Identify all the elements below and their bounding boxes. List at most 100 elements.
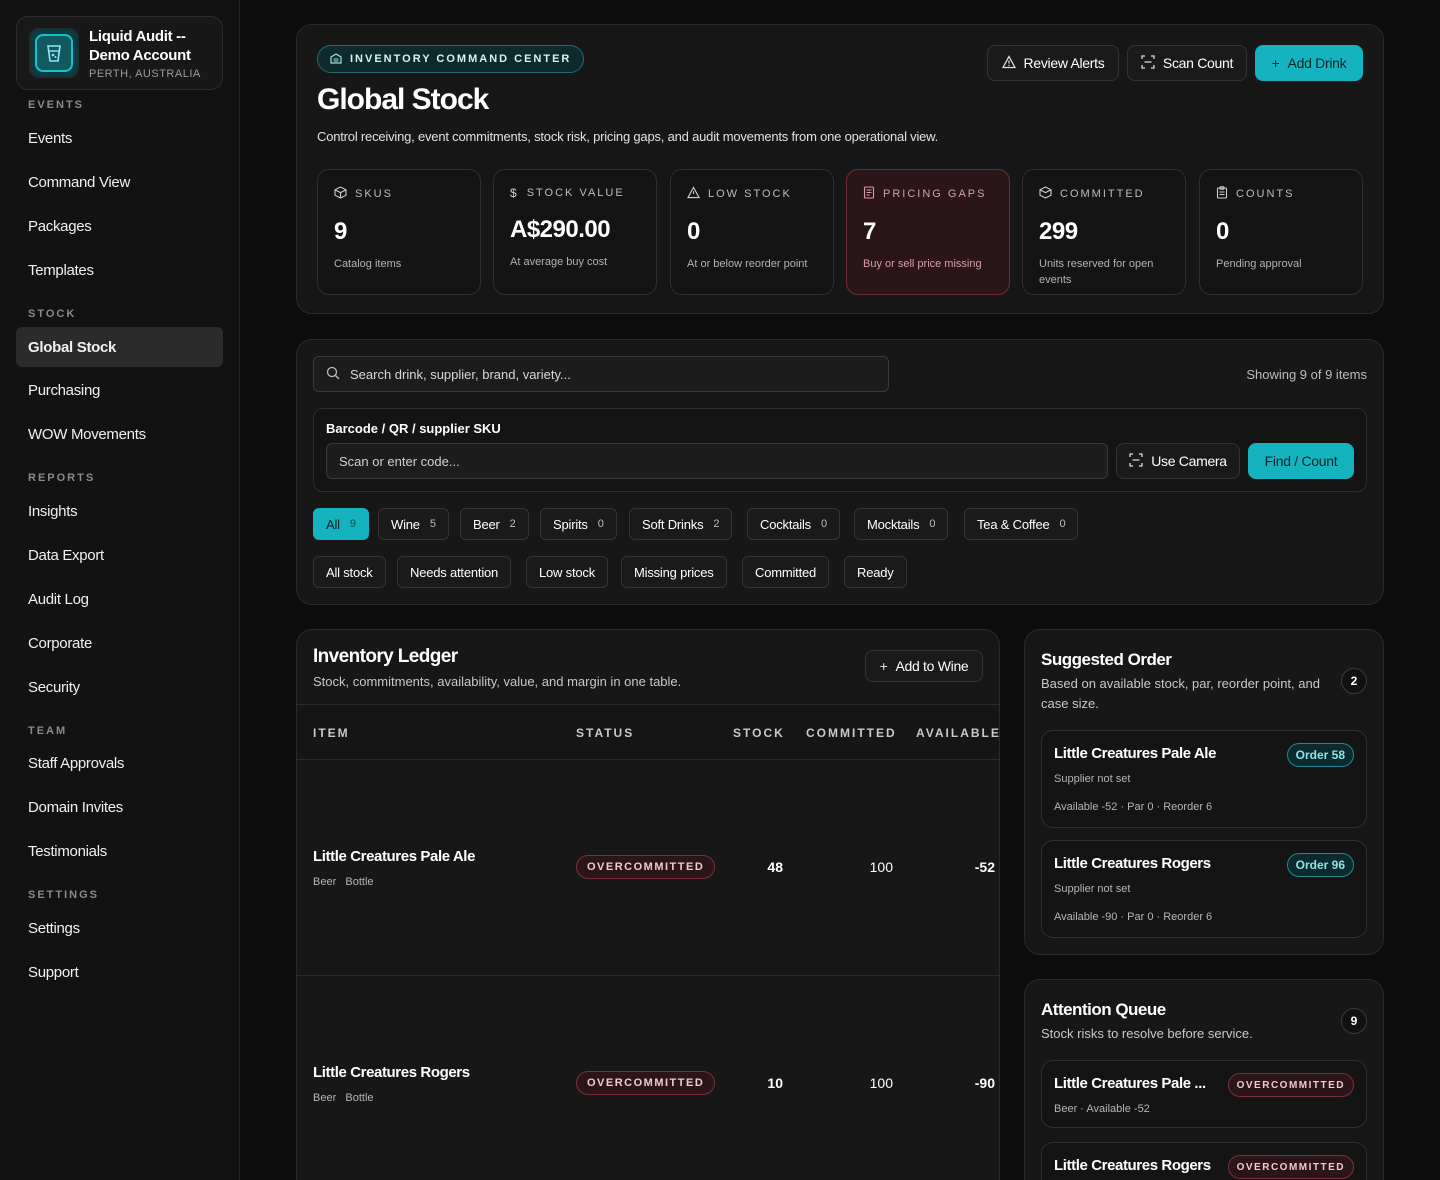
- page-description: Control receiving, event commitments, st…: [317, 129, 939, 144]
- item-unit: Bottle: [345, 1092, 374, 1104]
- search-input[interactable]: Search drink, supplier, brand, variety..…: [313, 356, 889, 392]
- committed-value: 100: [869, 1075, 893, 1091]
- suggested-count-badge: 2: [1341, 668, 1367, 694]
- stat-value: 299: [1039, 218, 1078, 245]
- attention-item[interactable]: Little Creatures Rogers OVERCOMMITTED: [1041, 1142, 1367, 1180]
- item-meta: Beer Bottle: [313, 876, 374, 888]
- suggested-item[interactable]: Little Creatures Rogers Order 96 Supplie…: [1041, 840, 1367, 938]
- barcode-panel: Barcode / QR / supplier SKU Scan or ente…: [313, 408, 1367, 492]
- nav-section-settings: SETTINGS: [28, 889, 100, 901]
- item-name[interactable]: Little Creatures Rogers: [313, 1064, 470, 1081]
- filters-card: Search drink, supplier, brand, variety..…: [296, 339, 1384, 605]
- scan-count-label: Scan Count: [1162, 55, 1234, 71]
- order-quantity-badge: Order 58: [1286, 743, 1354, 767]
- item-name[interactable]: Little Creatures Pale Ale: [313, 848, 475, 865]
- status-filter-needs-attention[interactable]: Needs attention: [397, 556, 512, 588]
- attention-queue-card: Attention Queue Stock risks to resolve b…: [1024, 979, 1384, 1180]
- category-chip-soft-drinks[interactable]: Soft Drinks 2: [629, 508, 733, 540]
- table-row[interactable]: Little Creatures Rogers Beer Bottle OVER…: [297, 976, 999, 1180]
- sidebar-item-domain-invites[interactable]: Domain Invites: [16, 787, 223, 827]
- column-header-available[interactable]: AVAILABLE: [916, 726, 999, 740]
- status-filter-missing-prices[interactable]: Missing prices: [621, 556, 727, 588]
- chip-count: 0: [1059, 518, 1066, 530]
- category-chip-wine[interactable]: Wine 5: [378, 508, 449, 540]
- sidebar-item-templates[interactable]: Templates: [16, 250, 223, 290]
- section-tag-label: INVENTORY COMMAND CENTER: [350, 53, 572, 65]
- sidebar-item-staff-approvals[interactable]: Staff Approvals: [16, 743, 223, 783]
- add-drink-button[interactable]: + Add Drink: [1255, 45, 1363, 81]
- category-chip-spirits[interactable]: Spirits 0: [540, 508, 617, 540]
- warehouse-icon: [330, 52, 342, 67]
- sidebar-item-packages[interactable]: Packages: [16, 206, 223, 246]
- attention-item-meta: Beer · Available -52: [1054, 1103, 1150, 1115]
- sidebar-item-corporate[interactable]: Corporate: [16, 623, 223, 663]
- stat-value: 9: [334, 218, 347, 245]
- status-filter-committed[interactable]: Committed: [742, 556, 830, 588]
- chip-label: Spirits: [553, 516, 588, 532]
- chip-label: Mocktails: [867, 516, 920, 532]
- sidebar-item-settings[interactable]: Settings: [16, 908, 223, 948]
- search-placeholder: Search drink, supplier, brand, variety..…: [350, 366, 571, 382]
- sidebar-item-command-view[interactable]: Command View: [16, 162, 223, 202]
- sidebar-item-purchasing[interactable]: Purchasing: [16, 370, 223, 410]
- sidebar: Liquid Audit -- Demo Account PERTH, AUST…: [0, 0, 240, 1180]
- warning-icon: [686, 186, 701, 202]
- column-header-committed[interactable]: COMMITTED: [806, 726, 897, 740]
- category-chip-all[interactable]: All 9: [313, 508, 369, 540]
- category-chip-beer[interactable]: Beer 2: [460, 508, 529, 540]
- scan-count-button[interactable]: Scan Count: [1127, 45, 1247, 81]
- plus-icon: +: [879, 658, 888, 674]
- find-count-label: Find / Count: [1264, 453, 1338, 469]
- use-camera-button[interactable]: Use Camera: [1116, 443, 1240, 479]
- table-row[interactable]: Little Creatures Pale Ale Beer Bottle OV…: [297, 760, 999, 976]
- attention-item[interactable]: Little Creatures Pale ... OVERCOMMITTED …: [1041, 1060, 1367, 1128]
- category-chip-tea-coffee[interactable]: Tea & Coffee 0: [964, 508, 1079, 540]
- barcode-input[interactable]: Scan or enter code...: [326, 443, 1108, 479]
- chip-count: 0: [597, 518, 604, 530]
- ledger-title: Inventory Ledger: [313, 646, 458, 667]
- chip-count: 9: [349, 518, 356, 530]
- category-chip-mocktails[interactable]: Mocktails 0: [854, 508, 949, 540]
- status-filter-ready[interactable]: Ready: [844, 556, 907, 588]
- column-header-status[interactable]: STATUS: [576, 726, 634, 740]
- status-filter-all-stock[interactable]: All stock: [313, 556, 386, 588]
- suggested-item-name: Little Creatures Pale Ale: [1054, 745, 1217, 762]
- chip-count: 2: [713, 518, 720, 530]
- stat-card-pricing-gaps[interactable]: PRICING GAPS 7 Buy or sell price missing: [846, 169, 1010, 295]
- stat-value: 7: [863, 218, 876, 245]
- stat-caption: At average buy cost: [510, 256, 608, 268]
- chip-count: 0: [820, 518, 827, 530]
- category-chip-cocktails[interactable]: Cocktails 0: [747, 508, 840, 540]
- stat-card-counts[interactable]: COUNTS 0 Pending approval: [1199, 169, 1363, 295]
- stat-card-low-stock[interactable]: LOW STOCK 0 At or below reorder point: [670, 169, 834, 295]
- ledger-subtitle: Stock, commitments, availability, value,…: [313, 674, 682, 689]
- find-count-button[interactable]: Find / Count: [1248, 443, 1354, 479]
- stat-card-committed[interactable]: COMMITTED 299 Units reserved for open ev…: [1022, 169, 1186, 295]
- sidebar-item-testimonials[interactable]: Testimonials: [16, 831, 223, 871]
- stat-card-stock-value[interactable]: $ STOCK VALUE A$290.00 At average buy cos…: [493, 169, 657, 295]
- add-to-wine-button[interactable]: + Add to Wine: [865, 650, 983, 682]
- column-header-item[interactable]: ITEM: [313, 726, 350, 740]
- status-filter-low-stock[interactable]: Low stock: [526, 556, 609, 588]
- suggested-item[interactable]: Little Creatures Pale Ale Order 58 Suppl…: [1041, 730, 1367, 828]
- use-camera-label: Use Camera: [1151, 453, 1227, 469]
- sidebar-item-global-stock[interactable]: Global Stock: [16, 327, 223, 367]
- chip-label: All: [326, 516, 340, 532]
- suggested-item-supplier: Supplier not set: [1054, 773, 1131, 785]
- sidebar-item-security[interactable]: Security: [16, 667, 223, 707]
- account-switcher[interactable]: Liquid Audit -- Demo Account PERTH, AUST…: [16, 16, 223, 90]
- barcode-placeholder: Scan or enter code...: [339, 453, 460, 469]
- sidebar-item-insights[interactable]: Insights: [16, 491, 223, 531]
- stat-card-skus[interactable]: SKUS 9 Catalog items: [317, 169, 481, 295]
- attention-item-name: Little Creatures Rogers: [1054, 1157, 1211, 1174]
- package-icon: [1039, 186, 1052, 202]
- review-alerts-button[interactable]: Review Alerts: [987, 45, 1119, 81]
- chip-label: Cocktails: [760, 516, 811, 532]
- sidebar-item-data-export[interactable]: Data Export: [16, 535, 223, 575]
- sidebar-item-support[interactable]: Support: [16, 952, 223, 992]
- sidebar-item-audit-log[interactable]: Audit Log: [16, 579, 223, 619]
- sidebar-item-wow-movements[interactable]: WOW Movements: [16, 414, 223, 454]
- column-header-stock[interactable]: STOCK: [733, 726, 785, 740]
- nav-section-reports: REPORTS: [28, 472, 96, 484]
- sidebar-item-events[interactable]: Events: [16, 118, 223, 158]
